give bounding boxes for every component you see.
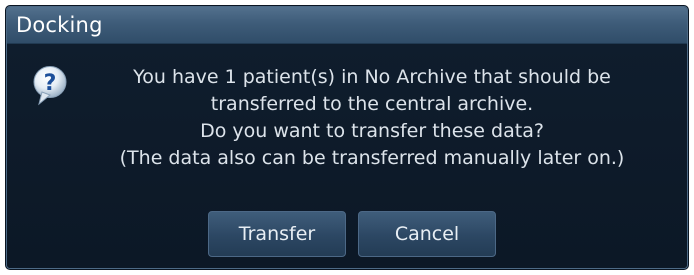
docking-dialog: Docking ? You have 1 patient(s) in No Ar… bbox=[6, 6, 688, 269]
dialog-title: Docking bbox=[16, 13, 103, 37]
dialog-message: You have 1 patient(s) in No Archive that… bbox=[67, 64, 677, 172]
message-line: Do you want to transfer these data? bbox=[200, 120, 544, 142]
message-line: You have 1 patient(s) in No Archive that… bbox=[133, 66, 611, 88]
svg-text:?: ? bbox=[44, 71, 57, 96]
dialog-titlebar[interactable]: Docking bbox=[7, 7, 687, 44]
message-line: transferred to the central archive. bbox=[210, 93, 534, 115]
dialog-body: ? You have 1 patient(s) in No Archive th… bbox=[7, 44, 687, 268]
transfer-button[interactable]: Transfer bbox=[208, 211, 346, 257]
cancel-button[interactable]: Cancel bbox=[358, 211, 496, 257]
question-icon: ? bbox=[33, 66, 67, 106]
message-line: (The data also can be transferred manual… bbox=[119, 147, 625, 169]
